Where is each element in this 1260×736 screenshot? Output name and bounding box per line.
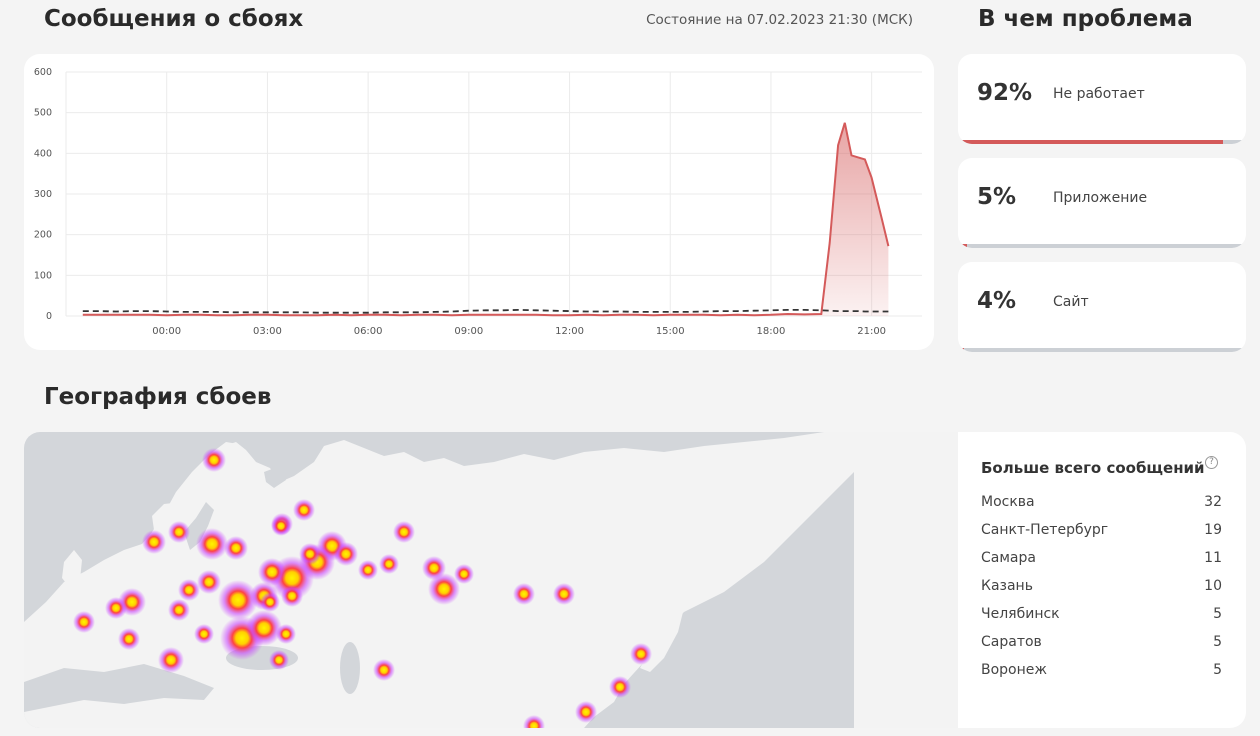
city-count: 19 (1204, 522, 1222, 538)
heat-spot (202, 448, 226, 472)
city-name: Воронеж (981, 662, 1048, 678)
heat-spot (393, 521, 415, 543)
city-count: 5 (1213, 662, 1222, 678)
reports-area (82, 122, 889, 316)
city-name: Челябинск (981, 606, 1060, 622)
city-count: 5 (1213, 634, 1222, 650)
y-tick-label: 600 (34, 67, 52, 78)
heat-spot (630, 643, 652, 665)
heat-spot (609, 676, 631, 698)
top-cities-panel: Больше всего сообщений ? Москва 32 Санкт-П… (958, 432, 1246, 728)
question-circle-icon[interactable]: ? (1205, 456, 1218, 469)
problem-bar-track (958, 244, 1246, 248)
problem-card-app[interactable]: 5% Приложение (958, 158, 1246, 248)
heat-spot (168, 599, 190, 621)
x-tick-label: 03:00 (253, 326, 282, 337)
problem-bar-fill (958, 140, 1223, 144)
heat-spot (293, 499, 315, 521)
problem-bar-fill (958, 244, 967, 248)
heat-spot (575, 701, 597, 723)
heat-spot (358, 560, 378, 580)
heat-spot (73, 611, 95, 633)
reports-chart: 0 100 200 300 400 500 600 00:00 03:00 06:00 09:00 1… (24, 54, 934, 350)
water-caspian (340, 642, 360, 694)
problem-bar-track (958, 348, 1246, 352)
problem-bar-fill (958, 348, 964, 352)
heat-spot (258, 558, 286, 586)
heat-spot (118, 628, 140, 650)
heat-spot (168, 521, 190, 543)
x-tick-label: 06:00 (354, 326, 383, 337)
problem-label: Не работает (1053, 86, 1145, 102)
city-name: Москва (981, 494, 1035, 510)
x-tick-label: 09:00 (454, 326, 483, 337)
heat-spot (224, 536, 248, 560)
reports-chart-svg: 0 100 200 300 400 500 600 00:00 03:00 06:00 09:00 1… (34, 67, 922, 337)
heat-spot (269, 650, 289, 670)
problem-percent: 4% (977, 288, 1017, 314)
problem-label: Приложение (1053, 190, 1148, 206)
city-count: 10 (1204, 578, 1222, 594)
heat-spot (158, 647, 184, 673)
city-name: Самара (981, 550, 1036, 566)
problem-percent: 92% (977, 80, 1033, 106)
city-row[interactable]: Саратов 5 (981, 634, 1222, 656)
city-row[interactable]: Воронеж 5 (981, 662, 1222, 684)
heat-spot (553, 583, 575, 605)
problem-label: Сайт (1053, 294, 1089, 310)
city-row[interactable]: Санкт-Петербург 19 (981, 522, 1222, 544)
outage-heatmap[interactable] (24, 432, 958, 728)
problem-card-site[interactable]: 4% Сайт (958, 262, 1246, 352)
heat-spot (379, 554, 399, 574)
page-title: Сообщения о сбоях (44, 6, 304, 32)
heat-spot (246, 610, 282, 646)
heat-spot (276, 624, 296, 644)
city-row[interactable]: Москва 32 (981, 494, 1222, 516)
top-cities-title: Больше всего сообщений (981, 459, 1205, 477)
y-tick-label: 100 (34, 270, 52, 281)
city-name: Казань (981, 578, 1033, 594)
city-name: Санкт-Петербург (981, 522, 1109, 538)
heat-spot (178, 579, 200, 601)
heat-spot (373, 659, 395, 681)
y-tick-label: 500 (34, 108, 52, 119)
x-tick-label: 15:00 (656, 326, 685, 337)
heat-spot (299, 543, 321, 565)
baseline-line (82, 308, 889, 314)
problems-title: В чем проблема (978, 6, 1193, 32)
x-tick-label: 00:00 (152, 326, 181, 337)
x-tick-label: 12:00 (555, 326, 584, 337)
x-tick-label: 21:00 (857, 326, 886, 337)
heat-spot (197, 570, 221, 594)
heat-spot (260, 592, 280, 612)
heat-spot (513, 583, 535, 605)
heat-spot (194, 624, 214, 644)
heat-spot (196, 528, 228, 560)
land-north (854, 432, 958, 728)
geo-title: География сбоев (44, 384, 272, 410)
city-count: 32 (1204, 494, 1222, 510)
heat-spot (105, 597, 127, 619)
heat-spot (218, 580, 258, 620)
y-tick-label: 200 (34, 230, 52, 241)
heat-spot (271, 516, 291, 536)
city-name: Саратов (981, 634, 1042, 650)
city-row[interactable]: Казань 10 (981, 578, 1222, 600)
problem-percent: 5% (977, 184, 1017, 210)
y-tick-label: 0 (46, 311, 52, 322)
x-tick-label: 18:00 (757, 326, 786, 337)
heat-spot (454, 564, 474, 584)
heat-spot (281, 585, 303, 607)
y-tick-label: 400 (34, 148, 52, 159)
status-timestamp: Состояние на 07.02.2023 21:30 (МСК) (646, 12, 913, 28)
reports-line (82, 122, 890, 317)
heat-spot (142, 530, 166, 554)
city-count: 5 (1213, 606, 1222, 622)
heat-spot (334, 542, 358, 566)
y-tick-label: 300 (34, 189, 52, 200)
problem-card-not-working[interactable]: 92% Не работает (958, 54, 1246, 144)
city-row[interactable]: Самара 11 (981, 550, 1222, 572)
city-count: 11 (1204, 550, 1222, 566)
city-row[interactable]: Челябинск 5 (981, 606, 1222, 628)
